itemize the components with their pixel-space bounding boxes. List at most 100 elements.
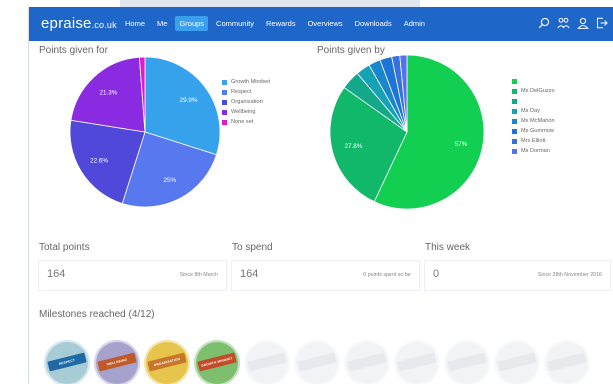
given-for-legend-swatch	[222, 119, 227, 125]
milestone-ribbon-label: RESPECT	[58, 358, 76, 366]
user-icon[interactable]	[577, 17, 589, 29]
browser-strip-tab	[120, 0, 420, 7]
milestone-ribbon: ORGANISATION	[147, 352, 187, 372]
nav-item-downloads[interactable]: Downloads	[355, 16, 392, 31]
milestone-ribbon	[397, 352, 437, 372]
given-by-legend-item[interactable]: Ms Dorman	[512, 146, 555, 156]
given-by-legend-swatch	[512, 138, 517, 144]
milestone-ribbon: WELLBEING	[97, 352, 137, 372]
milestones-title: Milestones reached (4/12)	[39, 309, 155, 320]
milestone-badge-wellbeing[interactable]: WELLBEING	[94, 340, 140, 384]
nav-menu: Home Me Groups Community Rewards Overvie…	[125, 16, 437, 31]
milestone-ribbon	[297, 352, 337, 372]
milestone-badge-locked[interactable]	[444, 340, 490, 384]
this-week-title: This week	[425, 242, 471, 253]
given-by-legend-item[interactable]: Mrs Elliott	[512, 136, 555, 146]
search-icon[interactable]	[538, 17, 550, 29]
given-for-legend-item[interactable]: Growth Mindset	[222, 77, 270, 87]
given-by-legend-item[interactable]	[512, 96, 555, 106]
given-for-slice-label: 22.6%	[90, 157, 108, 164]
milestone-badge-locked[interactable]	[544, 340, 590, 384]
given-by-legend-label: Ms McMahon	[521, 118, 555, 124]
milestone-ribbon	[247, 352, 287, 372]
points-given-for-pie: 29.9% 25% 22.6% 21.3%	[69, 56, 221, 208]
milestone-ribbon	[547, 352, 587, 372]
milestone-badge-locked[interactable]	[294, 340, 340, 384]
milestone-badge-locked[interactable]	[244, 340, 290, 384]
points-given-by-legend: Ms DelGuzzo Ms Day Ms McMahon Ms Gummow Mrs …	[512, 76, 555, 156]
given-by-legend-item[interactable]	[512, 76, 555, 86]
given-by-legend-label: Ms Gummow	[521, 128, 554, 134]
to-spend-title: To spend	[232, 242, 273, 253]
given-by-legend-swatch	[512, 108, 517, 114]
milestone-badge-locked[interactable]	[394, 340, 440, 384]
nav-item-overviews[interactable]: Overviews	[308, 16, 343, 31]
to-spend-value: 164	[240, 268, 259, 280]
given-for-legend-swatch	[222, 79, 227, 85]
points-given-by-pie: 57% 27.8%	[329, 54, 485, 210]
given-for-legend-swatch	[222, 109, 227, 115]
given-for-legend-label: Wellbeing	[231, 109, 256, 115]
milestone-badge-respect[interactable]: RESPECT	[44, 340, 90, 384]
milestone-badge-locked[interactable]	[344, 340, 390, 384]
given-by-legend-swatch	[512, 148, 517, 154]
given-by-legend-swatch	[512, 98, 517, 104]
given-by-legend-item[interactable]: Ms McMahon	[512, 116, 555, 126]
nav-item-rewards[interactable]: Rewards	[266, 16, 296, 31]
given-by-legend-item[interactable]: Ms Day	[512, 106, 555, 116]
given-by-legend-label: Ms Dorman	[521, 148, 550, 154]
nav-item-home[interactable]: Home	[125, 16, 145, 31]
total-points-box: 164 Since 8th March	[39, 261, 226, 290]
logout-icon[interactable]	[596, 17, 608, 29]
given-for-legend-label: Organisation	[231, 99, 263, 105]
app-frame: epraise.co.uk Home Me Groups Community R…	[28, 7, 613, 384]
given-by-slice-label: 57%	[455, 141, 468, 148]
given-by-legend-swatch	[512, 118, 517, 124]
nav-item-me[interactable]: Me	[157, 16, 167, 31]
this-week-note: Since 28th November 2016	[537, 272, 602, 278]
given-for-legend-item[interactable]: None set	[222, 117, 270, 127]
given-for-slice-label: 25%	[163, 177, 176, 184]
milestone-ribbon-label: WELLBEING	[106, 357, 128, 367]
given-by-legend-item[interactable]: Ms DelGuzzo	[512, 86, 555, 96]
given-for-legend-item[interactable]: Organisation	[222, 97, 270, 107]
given-for-slice-label: 29.9%	[180, 97, 198, 104]
milestone-ribbon: GROWTH MINDSET	[197, 352, 237, 372]
given-for-legend-item[interactable]: Wellbeing	[222, 107, 270, 117]
given-for-legend-item[interactable]: Respect	[222, 87, 270, 97]
this-week-box: 0 Since 28th November 2016	[425, 261, 610, 290]
to-spend-note: 0 points spent so far	[363, 272, 411, 278]
given-by-legend-label: Ms DelGuzzo	[521, 88, 555, 94]
top-nav-bar: epraise.co.uk Home Me Groups Community R…	[29, 7, 613, 41]
nav-item-community[interactable]: Community	[216, 16, 254, 31]
nav-icons	[538, 17, 608, 29]
given-for-slice-label: 21.3%	[99, 89, 117, 96]
given-by-legend-swatch	[512, 78, 517, 84]
milestone-badge-locked[interactable]	[494, 340, 540, 384]
users-icon[interactable]	[557, 17, 570, 29]
logo-main: epraise	[41, 15, 92, 32]
to-spend-box: 164 0 points spent so far	[232, 261, 419, 290]
milestone-ribbon: RESPECT	[47, 352, 87, 372]
given-for-legend-swatch	[222, 89, 227, 95]
points-given-for-legend: Growth Mindset Respect Organisation Wellbei…	[222, 77, 270, 127]
milestone-ribbon	[347, 352, 387, 372]
browser-strip	[0, 0, 613, 7]
milestone-ribbon	[497, 352, 537, 372]
nav-item-admin[interactable]: Admin	[404, 16, 425, 31]
milestone-badge-growth-mindset[interactable]: GROWTH MINDSET	[194, 340, 240, 384]
total-points-note: Since 8th March	[179, 272, 218, 278]
given-for-legend-swatch	[222, 99, 227, 105]
nav-item-groups[interactable]: Groups	[175, 16, 209, 31]
this-week-value: 0	[433, 268, 440, 280]
given-for-legend-label: None set	[231, 119, 254, 125]
milestone-ribbon-label: GROWTH MINDSET	[200, 356, 234, 368]
given-for-legend-label: Growth Mindset	[231, 79, 271, 85]
milestone-ribbon-label: ORGANISATION	[153, 356, 181, 368]
given-by-legend-label: Mrs Elliott	[521, 138, 546, 144]
milestone-ribbon	[447, 352, 487, 372]
milestone-badge-organisation[interactable]: ORGANISATION	[144, 340, 190, 384]
total-points-value: 164	[47, 268, 66, 280]
given-by-legend-item[interactable]: Ms Gummow	[512, 126, 555, 136]
logo[interactable]: epraise.co.uk	[41, 15, 117, 32]
